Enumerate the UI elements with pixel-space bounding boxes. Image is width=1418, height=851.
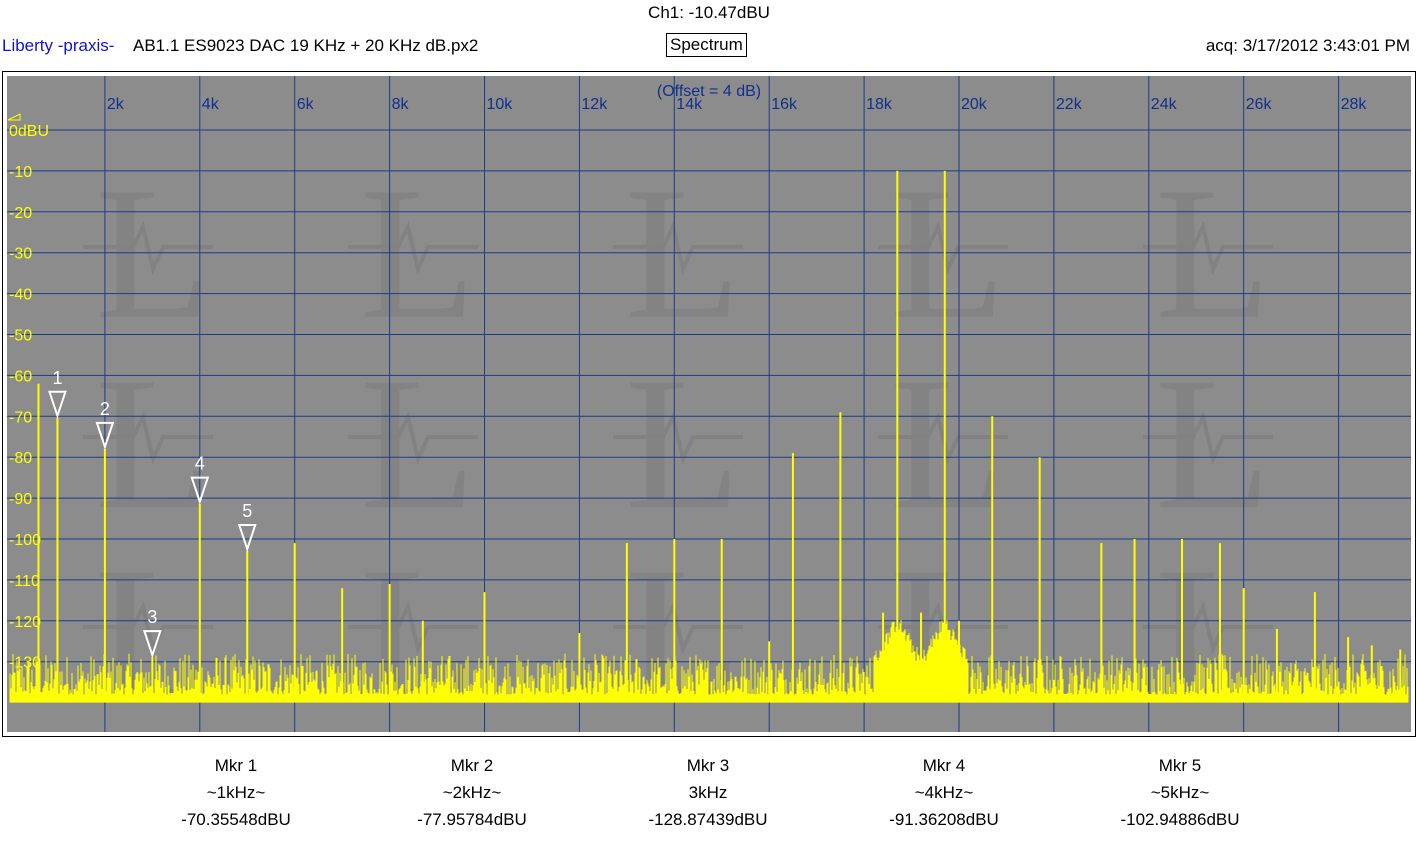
svg-text:L: L xyxy=(625,529,741,736)
y-tick-label: -80 xyxy=(9,450,32,467)
acquisition-timestamp: acq: 3/17/2012 3:43:01 PM xyxy=(1205,36,1410,55)
offset-note: (Offset = 4 dB) xyxy=(657,83,761,100)
y-tick-label: -60 xyxy=(9,368,32,385)
marker-name: Mkr 5 xyxy=(1158,756,1202,775)
x-tick-label: 24k xyxy=(1151,96,1178,113)
plot-frame: L L L L L L L L L L L L L L L 2k 4k 6k 8k 10k 12k 14k 16k 18k 20… xyxy=(2,71,1416,737)
watermark-logo: L xyxy=(1143,339,1273,549)
watermark-logo: L xyxy=(613,339,743,549)
svg-text:L: L xyxy=(890,339,1006,549)
y-tick-label: -90 xyxy=(9,491,32,508)
y-tick-label: -10 xyxy=(9,164,32,181)
x-tick-label: 22k xyxy=(1056,96,1083,113)
x-tick-label: 8k xyxy=(392,96,410,113)
y-tick-label: -100 xyxy=(9,532,41,549)
svg-text:L: L xyxy=(1155,149,1271,359)
y-tick-label: -40 xyxy=(9,287,32,304)
file-name: AB1.1 ES9023 DAC 19 KHz + 20 KHz dB.px2 xyxy=(133,36,479,55)
marker-name: Mkr 1 xyxy=(214,756,258,775)
marker-readout-1: Mkr 1 ~1kHz~ -70.35548dBU xyxy=(136,752,336,833)
marker-frequency: ~1kHz~ xyxy=(206,783,266,802)
watermark-logo: L xyxy=(83,149,213,359)
marker-value: -128.87439dBU xyxy=(648,810,768,829)
marker-frequency: 3kHz xyxy=(688,783,728,802)
x-tick-label: 6k xyxy=(297,96,315,113)
watermark-logo: L xyxy=(348,529,478,736)
source-label: Liberty -praxis- xyxy=(2,36,115,55)
spectrum-view-button[interactable]: Spectrum xyxy=(666,33,747,57)
svg-text:L: L xyxy=(95,339,211,549)
svg-text:L: L xyxy=(890,149,1006,359)
marker-label: 1 xyxy=(52,368,62,388)
watermark-logo: L xyxy=(613,529,743,736)
marker-value: -77.95784dBU xyxy=(417,810,527,829)
channel-readout: Ch1: -10.47dBU xyxy=(648,3,770,22)
x-tick-label: 4k xyxy=(202,96,220,113)
marker-frequency: ~2kHz~ xyxy=(442,783,502,802)
marker-readout-5: Mkr 5 ~5kHz~ -102.94886dBU xyxy=(1080,752,1280,833)
marker-label: 3 xyxy=(147,607,157,627)
marker-value: -70.35548dBU xyxy=(181,810,291,829)
watermark-logo: L xyxy=(83,529,213,736)
x-tick-label: 20k xyxy=(961,96,988,113)
svg-text:L: L xyxy=(625,149,741,359)
y-tick-label: -110 xyxy=(9,573,40,590)
svg-text:L: L xyxy=(360,339,476,549)
x-tick-label: 10k xyxy=(487,96,514,113)
x-tick-label: 18k xyxy=(866,96,893,113)
svg-text:L: L xyxy=(625,339,741,549)
x-tick-label: 16k xyxy=(771,96,798,113)
svg-text:L: L xyxy=(95,149,211,359)
svg-text:L: L xyxy=(360,149,476,359)
x-tick-label: 26k xyxy=(1246,96,1273,113)
marker-readout-2: Mkr 2 ~2kHz~ -77.95784dBU xyxy=(372,752,572,833)
marker-name: Mkr 2 xyxy=(450,756,494,775)
marker-readout-3: Mkr 3 3kHz -128.87439dBU xyxy=(608,752,808,833)
y-tick-label: -20 xyxy=(9,205,32,222)
svg-text:L: L xyxy=(95,529,211,736)
y-tick-label: 0dBU xyxy=(9,123,49,140)
watermark-logo: L xyxy=(348,149,478,359)
marker-frequency: ~5kHz~ xyxy=(1150,783,1210,802)
marker-label: 2 xyxy=(100,399,110,419)
x-tick-label: 12k xyxy=(581,96,608,113)
y-tick-label: -120 xyxy=(9,614,41,631)
x-tick-label: 2k xyxy=(107,96,125,113)
spectrum-plot[interactable]: LLLLLLLLLLLLLLL2k 4k 6k 8k 10k 12k 14k 16k 18k 20… xyxy=(3,72,1415,736)
marker-value: -91.36208dBU xyxy=(889,810,999,829)
marker-label: 4 xyxy=(195,454,205,474)
marker-frequency: ~4kHz~ xyxy=(914,783,974,802)
watermark-logo: L xyxy=(1143,529,1273,736)
svg-text:L: L xyxy=(1155,339,1271,549)
marker-name: Mkr 4 xyxy=(922,756,966,775)
marker-name: Mkr 3 xyxy=(686,756,730,775)
svg-text:L: L xyxy=(360,529,476,736)
marker-label: 5 xyxy=(242,501,252,521)
svg-text:L: L xyxy=(1155,529,1271,736)
marker-value: -102.94886dBU xyxy=(1120,810,1240,829)
x-tick-label: 28k xyxy=(1341,96,1368,113)
y-tick-label: -70 xyxy=(9,409,32,426)
watermark-logo: L xyxy=(348,339,478,549)
watermark-logo: L xyxy=(1143,149,1273,359)
marker-readout-4: Mkr 4 ~4kHz~ -91.36208dBU xyxy=(844,752,1044,833)
watermark-logo: L xyxy=(613,149,743,359)
y-tick-label: -30 xyxy=(9,246,32,263)
y-tick-label: -50 xyxy=(9,328,32,345)
watermark-logo: L xyxy=(83,339,213,549)
